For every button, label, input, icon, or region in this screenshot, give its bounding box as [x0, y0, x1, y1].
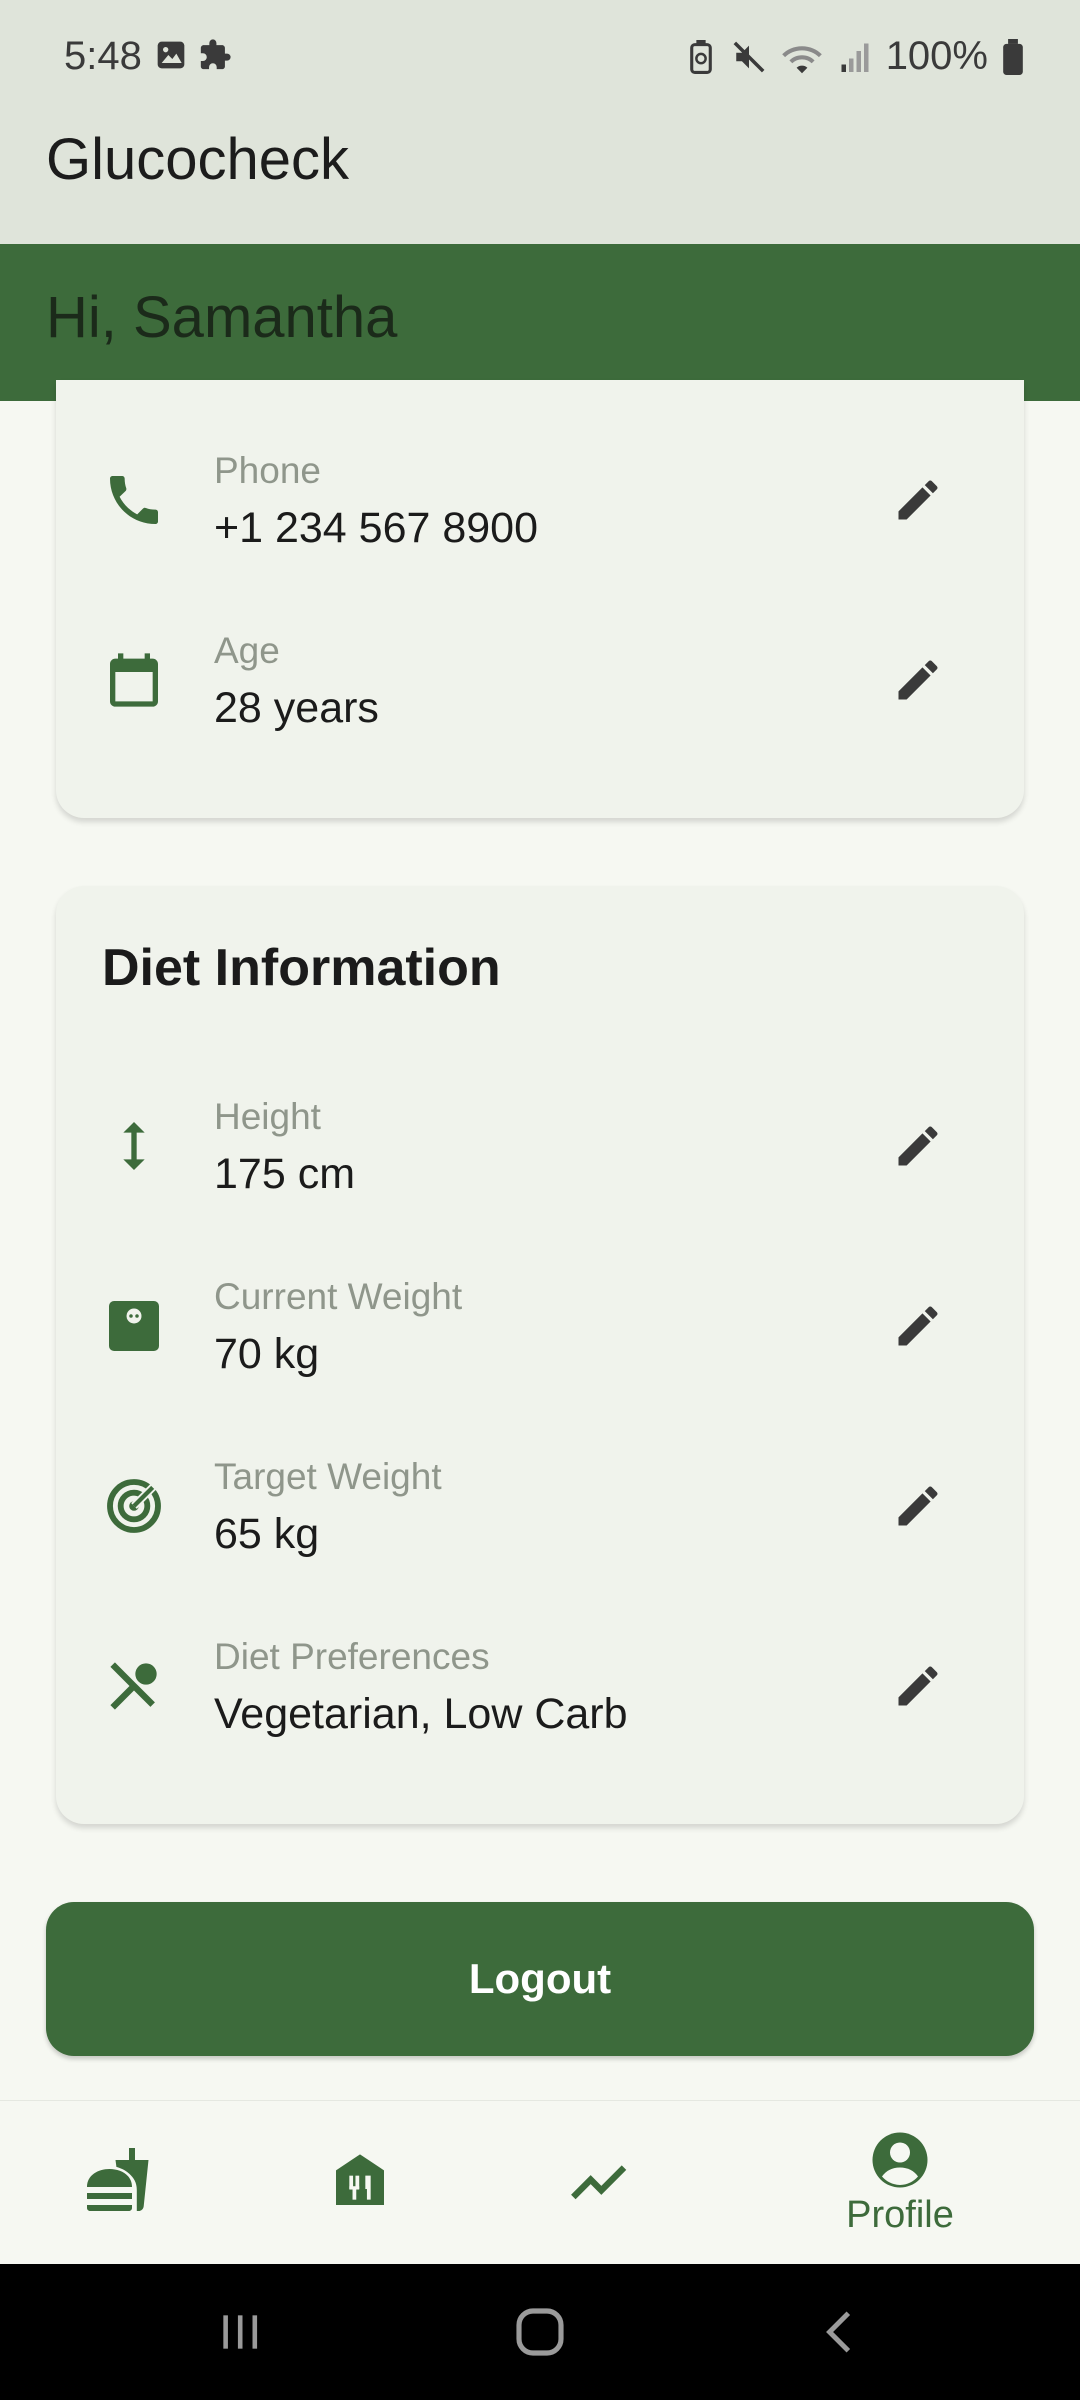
- edit-pencil-icon: [898, 1126, 938, 1166]
- edit-age-button[interactable]: [880, 642, 956, 718]
- system-nav-bar: [0, 2264, 1080, 2400]
- edit-pencil-icon: [898, 660, 938, 700]
- edit-pencil-icon: [898, 480, 938, 520]
- calendar-icon: [96, 642, 172, 718]
- battery-saver-icon: [684, 38, 718, 76]
- height-icon: [96, 1108, 172, 1184]
- target-weight-value: 65 kg: [214, 1510, 320, 1558]
- phone-label: Phone: [214, 450, 321, 491]
- target-icon: [96, 1468, 172, 1544]
- trending-icon: [571, 2165, 627, 2200]
- phone-icon: [96, 462, 172, 538]
- phone-value: +1 234 567 8900: [214, 504, 539, 552]
- battery-percent: 100%: [885, 34, 988, 78]
- back-button[interactable]: [800, 2294, 880, 2370]
- app-title: Glucocheck: [46, 127, 350, 192]
- target-weight-row: Target Weight 65 kg: [56, 1438, 1024, 1588]
- puzzle-notification-icon: [198, 36, 232, 74]
- nav-item-food[interactable]: [20, 2101, 220, 2265]
- recents-button[interactable]: [200, 2294, 280, 2370]
- diet-preferences-value: Vegetarian, Low Carb: [214, 1690, 628, 1738]
- scale-icon: [96, 1288, 172, 1364]
- gallery-notification-icon: [154, 36, 188, 74]
- edit-pencil-icon: [898, 1306, 938, 1346]
- edit-diet-preferences-button[interactable]: [880, 1648, 956, 1724]
- age-label: Age: [214, 630, 280, 671]
- current-weight-row: Current Weight 70 kg: [56, 1258, 1024, 1408]
- target-weight-label: Target Weight: [214, 1456, 442, 1497]
- current-weight-label: Current Weight: [214, 1276, 463, 1317]
- no-meals-icon: [96, 1648, 172, 1724]
- diet-card-heading: Diet Information: [102, 939, 501, 997]
- battery-icon: [1002, 38, 1024, 76]
- current-weight-value: 70 kg: [214, 1330, 320, 1378]
- greeting-text: Hi, Samantha: [46, 285, 398, 350]
- status-left-icons: [154, 36, 232, 74]
- edit-target-weight-button[interactable]: [880, 1468, 956, 1544]
- nav-item-profile[interactable]: Profile: [800, 2101, 1000, 2265]
- home-button[interactable]: [500, 2294, 580, 2370]
- height-label: Height: [214, 1096, 321, 1137]
- logout-button[interactable]: Logout: [46, 1902, 1034, 2056]
- edit-phone-button[interactable]: [880, 462, 956, 538]
- contact-info-card: Phone +1 234 567 8900 Age 28 years: [56, 380, 1024, 818]
- phone-row: Phone +1 234 567 8900: [56, 432, 1024, 582]
- nav-label-profile: Profile: [846, 2193, 954, 2236]
- age-value: 28 years: [214, 684, 379, 732]
- bottom-navigation: Profile: [0, 2100, 1080, 2264]
- restaurant-home-icon: [336, 2154, 384, 2205]
- home-icon: [516, 2308, 564, 2356]
- status-time: 5:48: [64, 34, 142, 78]
- back-chevron-icon: [826, 2311, 851, 2353]
- edit-current-weight-button[interactable]: [880, 1288, 956, 1364]
- signal-icon: [838, 38, 872, 76]
- wifi-icon: [780, 38, 824, 76]
- profile-icon: [872, 2132, 928, 2187]
- diet-info-card: Diet Information Height 175 cm Current W…: [56, 886, 1024, 1824]
- nav-item-restaurant[interactable]: [260, 2101, 460, 2265]
- height-row: Height 175 cm: [56, 1078, 1024, 1228]
- height-value: 175 cm: [214, 1150, 356, 1198]
- nav-item-trends[interactable]: [500, 2101, 700, 2265]
- diet-preferences-label: Diet Preferences: [214, 1636, 490, 1677]
- status-right: 100%: [684, 34, 1024, 79]
- recents-icon: [223, 2315, 258, 2349]
- age-row: Age 28 years: [56, 612, 1024, 762]
- fastfood-icon: [87, 2148, 149, 2211]
- edit-height-button[interactable]: [880, 1108, 956, 1184]
- diet-preferences-row: Diet Preferences Vegetarian, Low Carb: [56, 1618, 1024, 1768]
- edit-pencil-icon: [898, 1666, 938, 1706]
- mute-icon: [732, 38, 766, 76]
- edit-pencil-icon: [898, 1486, 938, 1526]
